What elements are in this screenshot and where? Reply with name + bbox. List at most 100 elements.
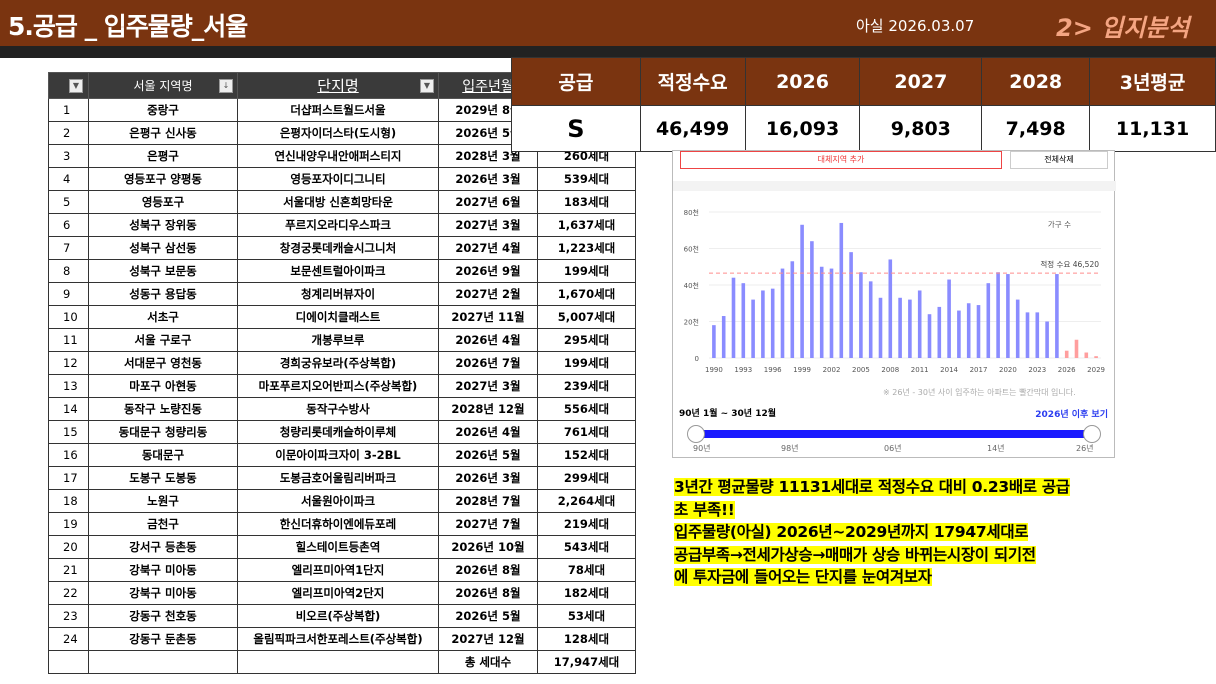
cell-region: 은평구 <box>88 144 238 168</box>
cell-complex: 은평자이더스타(도시형) <box>237 121 439 145</box>
cell-units: 5,007세대 <box>537 305 636 329</box>
cell-move-in: 2027년 6월 <box>438 190 538 214</box>
supply-summary-table: 공급 적정수요 2026 2027 2028 3년평균 S 46,499 16,093 9,80… <box>511 57 1216 152</box>
cell-units: 1,670세대 <box>537 282 636 306</box>
cell-region: 동대문구 <box>88 443 238 467</box>
supply-value: 11,131 <box>1089 105 1216 152</box>
bar <box>761 290 765 358</box>
table-row: 9 성동구 용답동 청계리버뷰자이 2027년 2월 1,670세대 <box>48 282 636 306</box>
cell-no: 18 <box>48 489 89 513</box>
y-tick-label: 40천 <box>684 281 699 290</box>
supply-value: 16,093 <box>744 105 861 152</box>
table-row: 17 도봉구 도봉동 도봉금호어울림리버파크 2026년 3월 299세대 <box>48 466 636 490</box>
cell-complex: 연신내양우내안애퍼스티지 <box>237 144 439 168</box>
analysis-memo: 3년간 평균물량 11131세대로 적정수요 대비 0.23배로 공급 초 부족… <box>674 476 1070 589</box>
cell-no: 7 <box>48 236 89 260</box>
memo-line: 초 부족!! <box>674 500 735 519</box>
memo-line: 공급부족→전세가상승→매매가 상승 바뀌는시장이 되기전 <box>674 545 1036 564</box>
table-row: 15 동대문구 청량리동 청량리롯데캐슬하이루체 2026년 4월 761세대 <box>48 420 636 444</box>
cell-move-in: 2026년 5월 <box>438 443 538 467</box>
table-row: 11 서울 구로구 개봉루브루 2026년 4월 295세대 <box>48 328 636 352</box>
bar <box>996 272 1000 358</box>
cell-move-in: 2027년 7월 <box>438 512 538 536</box>
memo-line: 에 투자금에 들어오는 단지를 눈여겨보자 <box>674 568 932 586</box>
memo-line: 3년간 평균물량 11131세대로 적정수요 대비 0.23배로 공급 <box>674 478 1070 496</box>
table-row: 14 동작구 노량진동 동작구수방사 2028년 12월 556세대 <box>48 397 636 421</box>
source-date: 아실 2026.03.07 <box>856 17 975 35</box>
cell-region: 중랑구 <box>88 98 238 122</box>
cell-region: 동대문구 청량리동 <box>88 420 238 444</box>
filter-dropdown-icon[interactable]: ▼ <box>69 79 83 93</box>
table-row: 24 강동구 둔촌동 올림픽파크서한포레스트(주상복합) 2027년 12월 128세대 <box>48 627 636 651</box>
slide-title: 5.공급 _ 입주물량_서울 <box>8 12 248 41</box>
col-no[interactable]: ▼ <box>48 72 89 99</box>
cell-complex: 푸르지오라디우스파크 <box>237 213 439 237</box>
cell-region: 강동구 둔촌동 <box>88 627 238 651</box>
cell-empty <box>48 650 89 674</box>
bar <box>937 306 942 358</box>
cell-units: 183세대 <box>537 190 636 214</box>
cell-region: 성북구 삼선동 <box>88 236 238 260</box>
cell-no: 19 <box>48 512 89 536</box>
cell-units: 761세대 <box>537 420 636 444</box>
slider-handle-end[interactable] <box>1083 425 1101 443</box>
col-region[interactable]: 서울 지역명 ↓ <box>88 72 238 99</box>
supply-value: 46,499 <box>639 105 746 152</box>
slider-handle-start[interactable] <box>687 425 705 443</box>
supply-header: 2026 <box>744 57 861 106</box>
cell-no: 5 <box>48 190 89 214</box>
cell-no: 16 <box>48 443 89 467</box>
bar <box>819 266 824 358</box>
filter-dropdown-icon[interactable]: ▼ <box>420 79 434 93</box>
x-tick-label: 2017 <box>970 366 988 374</box>
range-slider-track[interactable] <box>697 430 1093 438</box>
cell-units: 152세대 <box>537 443 636 467</box>
bar <box>751 299 755 358</box>
cell-move-in: 2026년 9월 <box>438 259 538 283</box>
add-region-button[interactable]: 대체지역 추가 <box>680 151 1002 169</box>
cell-units: 78세대 <box>537 558 636 582</box>
bar <box>927 314 932 358</box>
cell-units: 199세대 <box>537 351 636 375</box>
x-tick-label: 1993 <box>734 366 752 374</box>
table-row: 5 영등포구 서울대방 신혼희망타운 2027년 6월 183세대 <box>48 190 636 214</box>
x-tick-label: 2011 <box>911 366 929 374</box>
slider-tick: 98년 <box>781 444 799 453</box>
table-row: 6 성북구 장위동 푸르지오라디우스파크 2027년 3월 1,637세대 <box>48 213 636 237</box>
bar <box>790 261 795 358</box>
bar <box>1084 352 1089 358</box>
cell-region: 강서구 등촌동 <box>88 535 238 559</box>
bar <box>859 272 863 358</box>
cell-units: 199세대 <box>537 259 636 283</box>
cell-move-in: 2027년 3월 <box>438 374 538 398</box>
supply-list-table: ▼ 서울 지역명 ↓ 단지명 ▼ 입주년월 1 중랑구 더샵퍼스트월드서울 2029년 8… <box>48 72 636 674</box>
col-complex[interactable]: 단지명 ▼ <box>237 72 439 99</box>
cell-move-in: 2026년 4월 <box>438 328 538 352</box>
cell-no: 10 <box>48 305 89 329</box>
bar <box>1055 274 1059 358</box>
bar <box>878 297 883 358</box>
table-row: 20 강서구 등촌동 힐스테이트등촌역 2026년 10월 543세대 <box>48 535 636 559</box>
cell-units: 182세대 <box>537 581 636 605</box>
cell-no: 4 <box>48 167 89 191</box>
clear-all-button[interactable]: 전체삭제 <box>1010 151 1108 169</box>
slide-header: 5.공급 _ 입주물량_서울 아실 2026.03.07 2> 입지분석 <box>0 0 1216 46</box>
y-tick-label: 60천 <box>684 245 699 254</box>
slider-tick: 14년 <box>987 444 1005 453</box>
cell-units: 543세대 <box>537 535 636 559</box>
cell-complex: 엘리프미아역2단지 <box>237 581 439 605</box>
cell-region: 성동구 용답동 <box>88 282 238 306</box>
table-row: 22 강북구 미아동 엘리프미아역2단지 2026년 8월 182세대 <box>48 581 636 605</box>
x-tick-label: 2005 <box>852 366 870 374</box>
cell-no: 22 <box>48 581 89 605</box>
cell-no: 14 <box>48 397 89 421</box>
cell-complex: 한신더휴하이엔에듀포레 <box>237 512 439 536</box>
bar <box>741 283 746 358</box>
sort-filter-icon[interactable]: ↓ <box>219 79 233 93</box>
total-row: 총 세대수 17,947세대 <box>48 650 636 674</box>
cell-complex: 서울원아이파크 <box>237 489 439 513</box>
table-row: 16 동대문구 이문아이파크자이 3-2BL 2026년 5월 152세대 <box>48 443 636 467</box>
view-after-2026-link[interactable]: 2026년 이후 보기 <box>1035 407 1108 420</box>
cell-units: 219세대 <box>537 512 636 536</box>
cell-region: 노원구 <box>88 489 238 513</box>
